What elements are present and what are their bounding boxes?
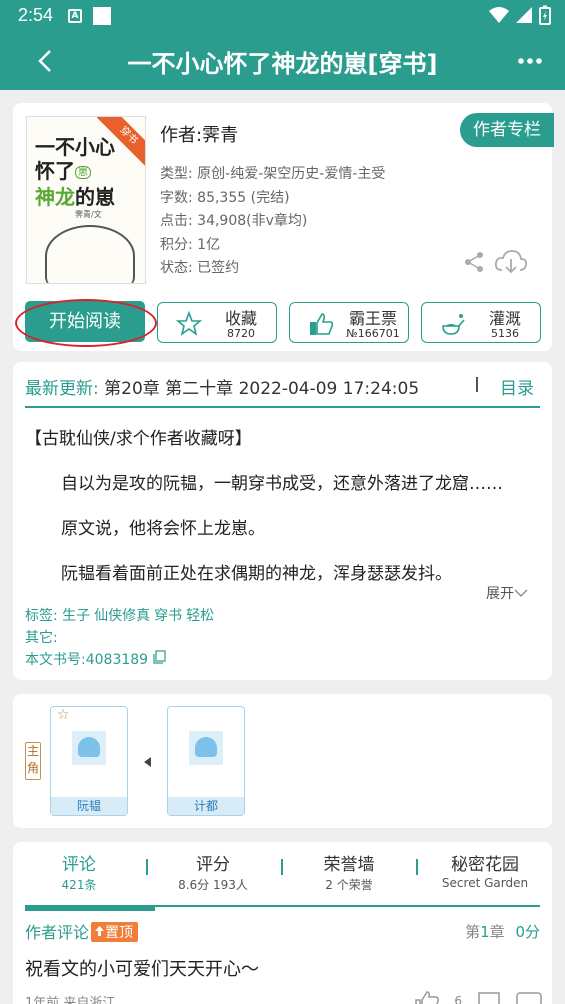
book-score: 积分: 1亿 [160, 236, 221, 253]
tab-secret-garden[interactable]: 秘密花园 Secret Garden [435, 850, 535, 890]
chevron-down-icon [514, 589, 528, 597]
author-comment-header: 作者评论 置顶 [25, 919, 139, 943]
tab-honor-wall[interactable]: 荣誉墙 2 个荣誉 [299, 850, 399, 893]
notification-square-icon [93, 7, 111, 25]
irrigate-count: 5136 [491, 327, 519, 340]
expand-button[interactable]: 展开 [486, 583, 528, 603]
share-icon[interactable] [463, 251, 485, 273]
copy-icon[interactable] [152, 650, 167, 664]
thumbs-up-icon [310, 313, 334, 335]
tag-link[interactable]: 轻松 [186, 608, 214, 624]
divider [476, 377, 478, 392]
book-clicks: 点击: 34,908(非v章均) [160, 213, 308, 229]
favorite-count: 8720 [227, 327, 255, 340]
more-options-icon[interactable] [515, 46, 545, 76]
back-arrow-icon[interactable] [30, 44, 64, 78]
star-icon [176, 311, 202, 336]
book-intro-card: 最新更新: 第20章 第二十章 2022-04-09 17:24:05 目录 【… [13, 362, 552, 680]
latest-chapter: 第20章 第二十章 2022-04-09 17:24:05 [104, 379, 420, 399]
cover-illustration [45, 225, 135, 283]
like-icon[interactable] [414, 990, 440, 1004]
tab-ratings[interactable]: 评分 8.6分 193人 [163, 850, 263, 893]
cover-author-signature: 霁青/文 [75, 210, 102, 219]
signal-icon [516, 7, 532, 23]
character-card[interactable]: 计都 [167, 706, 245, 816]
cover-title: 一不小心 怀了崽 神龙的崽 [35, 135, 115, 209]
status-time: 2:54 [18, 5, 54, 25]
tag-link[interactable]: 仙侠修真 [94, 608, 150, 624]
page-title: 一不小心怀了神龙的崽[穿书] [127, 50, 438, 78]
like-count: 6 [454, 994, 462, 1004]
pinned-badge: 置顶 [91, 922, 139, 942]
comments-card: 评论 421条 评分 8.6分 193人 荣誉墙 2 个荣誉 秘密花园 Secr… [13, 842, 552, 1004]
characters-card: 主角 ☆ 阮韫 计都 [13, 694, 552, 828]
synopsis-line: 【古耽仙侠/求个作者收藏呀】 [25, 429, 252, 449]
divider [146, 859, 148, 875]
character-avatar [72, 731, 106, 765]
star-icon: ☆ [57, 707, 70, 723]
system-icons [489, 5, 551, 25]
overlord-vote-button[interactable]: 霸王票 №166701 [289, 302, 409, 343]
book-status: 状态: 已签约 [160, 260, 240, 276]
pin-up-icon [95, 926, 105, 936]
character-avatar [189, 731, 223, 765]
overlord-vote-count: №166701 [346, 327, 400, 340]
comment-text: 祝看文的小可爱们天天开心～ [25, 959, 259, 980]
latest-update[interactable]: 最新更新: 第20章 第二十章 2022-04-09 17:24:05 [25, 374, 419, 399]
tags-label: 标签: [25, 608, 58, 624]
book-id[interactable]: 本文书号:4083189 [25, 649, 218, 671]
author-name[interactable]: 作者:霁青 [160, 121, 238, 147]
irrigate-label: 灌溉 [488, 309, 521, 328]
main-character-label: 主角 [25, 742, 41, 780]
relation-arrow-icon [144, 757, 151, 767]
tags-section: 标签: 生子 仙侠修真 穿书 轻松 其它: 本文书号:4083189 [25, 605, 218, 671]
character-card[interactable]: ☆ 阮韫 [50, 706, 128, 816]
reply-icon[interactable] [476, 990, 502, 1004]
author-comment-label: 作者评论 [25, 923, 90, 942]
comment-actions: 6 [414, 990, 542, 1004]
book-type: 类型: 原创-纯爱-架空历史-爱情-主受 [160, 166, 386, 182]
tab-active-indicator [25, 905, 155, 911]
book-cover[interactable]: 穿书 一不小心 怀了崽 神龙的崽 霁青/文 [26, 116, 146, 284]
tag-link[interactable]: 生子 [62, 608, 90, 624]
synopsis-line: 阮韫看着面前正处在求偶期的神龙，浑身瑟瑟发抖。 [61, 564, 452, 584]
book-synopsis: 【古耽仙侠/求个作者收藏呀】 自以为是攻的阮韫，一朝穿书成受，还意外落进了龙窟…… [25, 424, 545, 604]
character-name: 阮韫 [51, 797, 127, 815]
book-meta: 类型: 原创-纯爱-架空历史-爱情-主受 字数: 85,355 (完结) 点击:… [160, 163, 385, 281]
latest-update-label: 最新更新: [25, 379, 99, 399]
more-icon[interactable] [516, 990, 542, 1004]
synopsis-line: 原文说，他将会怀上龙崽。 [61, 519, 265, 539]
watering-can-icon [442, 314, 465, 335]
comment-chapter-score: 第1章 0分 [465, 923, 540, 941]
divider [281, 859, 283, 875]
irrigate-button[interactable]: 灌溉 5136 [421, 302, 541, 343]
favorite-button[interactable]: 收藏 8720 [157, 302, 277, 343]
overlord-vote-label: 霸王票 [348, 309, 397, 328]
app-header: 一不小心怀了神龙的崽[穿书] [0, 32, 565, 90]
notification-a-icon: A [68, 9, 82, 23]
favorite-label: 收藏 [224, 309, 257, 328]
toc-link[interactable]: 目录 [500, 374, 534, 399]
synopsis-line: 自以为是攻的阮韫，一朝穿书成受，还意外落进了龙窟…… [61, 474, 503, 494]
status-bar: 2:54 A [0, 0, 565, 32]
tag-link[interactable]: 穿书 [154, 608, 182, 624]
highlight-ring [15, 299, 157, 347]
character-name: 计都 [168, 797, 244, 815]
download-cloud-icon[interactable] [494, 248, 528, 276]
battery-icon [539, 5, 551, 25]
wifi-icon [489, 7, 509, 23]
divider [25, 406, 540, 408]
author-column-button[interactable]: 作者专栏 [460, 113, 554, 147]
divider [416, 859, 418, 875]
comment-meta: 1年前 来自浙江 [25, 996, 116, 1004]
tab-comments[interactable]: 评论 421条 [43, 850, 115, 893]
book-info-card: 穿书 一不小心 怀了崽 神龙的崽 霁青/文 作者:霁青 作者专栏 类型: 原创-… [13, 103, 554, 351]
other-label: 其它: [25, 630, 58, 646]
book-word-count: 字数: 85,355 (完结) [160, 189, 290, 206]
